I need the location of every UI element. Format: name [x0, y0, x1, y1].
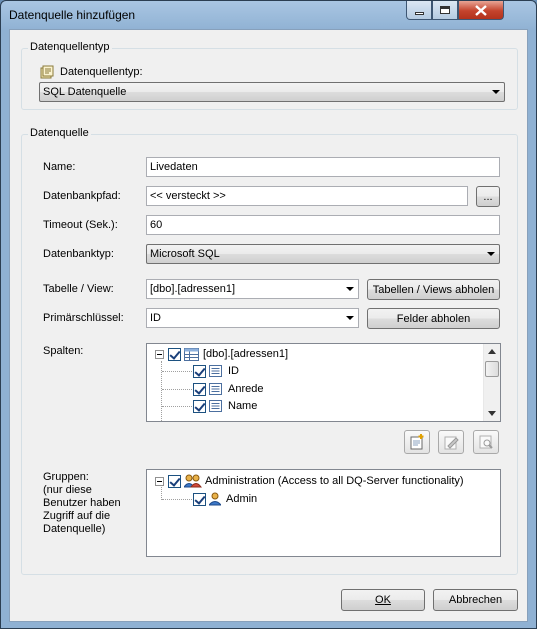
- column-label: ID: [228, 365, 239, 377]
- scroll-down-icon: [488, 411, 496, 416]
- checkbox-checked[interactable]: [193, 364, 206, 378]
- timeout-label: Timeout (Sek.):: [43, 219, 118, 231]
- source-type-field-label: Datenquellentyp:: [60, 66, 143, 78]
- primary-key-label: Primärschlüssel:: [43, 312, 124, 324]
- maximize-icon: [440, 6, 450, 14]
- checkbox-checked[interactable]: [193, 492, 206, 506]
- browse-button-label: ...: [483, 190, 493, 203]
- table-view-combo[interactable]: [dbo].[adressen1]: [146, 279, 359, 299]
- maximize-button[interactable]: [432, 1, 458, 20]
- add-icon: [410, 434, 424, 450]
- primary-key-selected: ID: [150, 312, 161, 324]
- dialog-client-area: Datenquellentyp Datenquellentyp: SQL Dat…: [9, 29, 528, 622]
- database-type-icon: [40, 65, 54, 79]
- name-label: Name:: [43, 161, 76, 173]
- groups-tree[interactable]: Administration (Access to all DQ-Server …: [146, 469, 501, 557]
- source-type-legend: Datenquellentyp: [28, 41, 112, 53]
- chevron-down-icon: [492, 90, 500, 94]
- tree-root-label: [dbo].[adressen1]: [203, 348, 289, 360]
- group-label: Administration (Access to all DQ-Server …: [205, 475, 464, 487]
- edit-icon: [444, 436, 459, 450]
- fetch-fields-label: Felder abholen: [396, 312, 471, 325]
- primary-key-combo[interactable]: ID: [146, 308, 359, 328]
- fetch-tables-button[interactable]: Tabellen / Views abholen: [367, 279, 500, 300]
- column-icon: [209, 365, 222, 377]
- fetch-fields-button[interactable]: Felder abholen: [367, 308, 500, 329]
- user-group-icon: [184, 474, 202, 488]
- preview-column-button[interactable]: [473, 430, 499, 454]
- db-type-select[interactable]: Microsoft SQL: [146, 244, 500, 264]
- tree-row-root[interactable]: [dbo].[adressen1]: [155, 346, 288, 362]
- add-column-button[interactable]: [404, 430, 430, 454]
- table-view-selected: [dbo].[adressen1]: [150, 283, 236, 295]
- scroll-up-icon: [488, 349, 496, 354]
- tree-row-column[interactable]: ID: [193, 363, 239, 379]
- columns-tree[interactable]: [dbo].[adressen1] ID Anrede Name: [146, 343, 501, 422]
- collapse-icon[interactable]: [155, 476, 164, 486]
- tree-row-user[interactable]: Admin: [193, 491, 257, 507]
- minimize-icon: [414, 11, 424, 15]
- user-label: Admin: [226, 493, 258, 505]
- scroll-thumb[interactable]: [485, 361, 499, 377]
- fetch-tables-label: Tabellen / Views abholen: [372, 283, 495, 296]
- table-icon: [184, 347, 199, 361]
- collapse-icon[interactable]: [155, 349, 164, 359]
- tree-row-column[interactable]: Anrede: [193, 381, 263, 397]
- chevron-down-icon: [346, 316, 354, 320]
- timeout-field[interactable]: 60: [146, 215, 500, 235]
- title-bar[interactable]: Datenquelle hinzufügen: [1, 1, 536, 29]
- chevron-down-icon: [487, 252, 495, 256]
- db-path-label: Datenbankpfad:: [43, 190, 121, 202]
- close-icon: [475, 4, 487, 16]
- chevron-down-icon: [346, 287, 354, 291]
- column-icon: [209, 383, 222, 395]
- source-group: Datenquelle Name: Livedaten Datenbankpfa…: [21, 127, 518, 575]
- source-type-selected: SQL Datenquelle: [43, 86, 127, 98]
- groups-label: Gruppen: (nur diese Benutzer haben Zugri…: [43, 471, 121, 535]
- name-field[interactable]: Livedaten: [146, 157, 500, 177]
- column-icon: [209, 400, 222, 412]
- db-path-field[interactable]: << versteckt >>: [146, 186, 468, 206]
- checkbox-checked[interactable]: [193, 399, 206, 413]
- window-title: Datenquelle hinzufügen: [9, 8, 136, 22]
- column-label: Anrede: [228, 383, 264, 395]
- edit-column-button[interactable]: [438, 430, 464, 454]
- cancel-button[interactable]: Abbrechen: [433, 589, 518, 611]
- table-view-label: Tabelle / View:: [43, 283, 114, 295]
- tree-row-group[interactable]: Administration (Access to all DQ-Server …: [155, 473, 464, 489]
- ok-button-label: OK: [375, 594, 391, 606]
- magnifier-icon: [479, 435, 493, 449]
- dialog-window: Datenquelle hinzufügen Datenquellentyp D…: [0, 0, 537, 629]
- columns-scrollbar[interactable]: [483, 344, 500, 421]
- checkbox-checked[interactable]: [193, 382, 206, 396]
- ok-button[interactable]: OK: [341, 589, 425, 611]
- columns-label: Spalten:: [43, 345, 84, 357]
- column-label: Name: [228, 400, 258, 412]
- user-icon: [209, 492, 221, 506]
- close-button[interactable]: [458, 1, 504, 20]
- checkbox-checked[interactable]: [168, 474, 181, 488]
- browse-button[interactable]: ...: [476, 186, 500, 207]
- cancel-button-label: Abbrechen: [448, 594, 503, 606]
- source-type-group: Datenquellentyp Datenquellentyp: SQL Dat…: [21, 41, 518, 110]
- checkbox-checked[interactable]: [168, 347, 181, 361]
- db-type-selected: Microsoft SQL: [150, 248, 220, 260]
- source-type-select[interactable]: SQL Datenquelle: [39, 82, 505, 102]
- minimize-button[interactable]: [406, 1, 432, 20]
- db-type-label: Datenbanktyp:: [43, 248, 114, 260]
- source-legend: Datenquelle: [28, 127, 91, 139]
- tree-row-column[interactable]: Name: [193, 398, 257, 414]
